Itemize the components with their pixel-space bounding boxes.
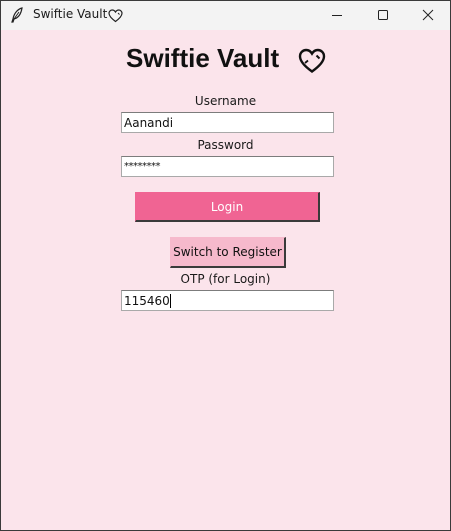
title-bar[interactable]: Swiftie Vault — [1, 1, 450, 30]
login-form: Swiftie Vault Username Aanandi Password … — [1, 30, 450, 530]
otp-label: OTP (for Login) — [180, 272, 271, 286]
minimize-button[interactable] — [314, 1, 360, 30]
otp-value: 115460 — [124, 294, 170, 308]
password-field[interactable]: ******** — [121, 156, 334, 177]
otp-field[interactable]: 115460 — [121, 290, 334, 311]
minimize-icon — [331, 6, 343, 25]
close-icon — [422, 6, 434, 25]
username-field[interactable]: Aanandi — [121, 112, 334, 133]
feather-icon — [10, 7, 24, 23]
close-button[interactable] — [405, 1, 451, 30]
password-label: Password — [197, 138, 254, 152]
app-window: Swiftie Vault Swiftie Vault Username Aan… — [0, 0, 451, 531]
heart-outline-icon — [108, 8, 123, 23]
switch-to-register-button[interactable]: Switch to Register — [170, 237, 286, 268]
page-title: Swiftie Vault — [126, 43, 280, 73]
text-caret — [169, 294, 171, 308]
username-label: Username — [194, 94, 257, 108]
window-title: Swiftie Vault — [33, 7, 108, 21]
maximize-button[interactable] — [360, 1, 406, 30]
maximize-icon — [377, 6, 389, 25]
heart-outline-icon — [298, 48, 326, 74]
login-button[interactable]: Login — [135, 192, 320, 222]
